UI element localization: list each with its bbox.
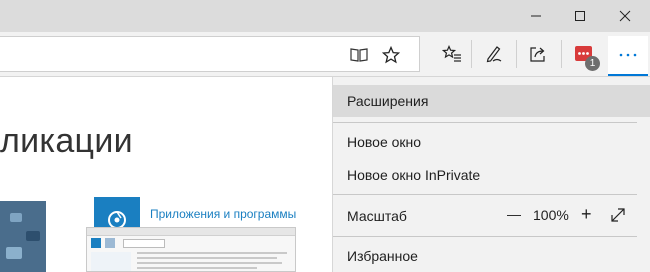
address-bar[interactable] bbox=[0, 36, 420, 72]
minimize-icon bbox=[531, 15, 541, 17]
reading-view-icon bbox=[350, 48, 368, 62]
page-title: ликации bbox=[0, 122, 133, 160]
zoom-in-button[interactable]: + bbox=[581, 204, 592, 225]
menu-divider bbox=[333, 236, 637, 237]
share-icon bbox=[530, 47, 545, 62]
title-bar bbox=[0, 0, 650, 32]
maximize-icon bbox=[575, 11, 585, 21]
menu-divider bbox=[333, 122, 637, 123]
menu-item-label: Новое окно bbox=[347, 134, 422, 150]
embedded-screenshot bbox=[86, 227, 296, 272]
favorite-star-button[interactable] bbox=[377, 41, 405, 69]
zoom-out-label: — bbox=[507, 206, 521, 222]
zoom-in-label: + bbox=[581, 204, 592, 224]
page-thumbnail bbox=[0, 201, 46, 272]
fullscreen-icon bbox=[611, 208, 625, 222]
reading-view-button[interactable] bbox=[345, 41, 373, 69]
menu-item-new-inprivate-window[interactable]: Новое окно InPrivate bbox=[333, 159, 650, 191]
menu-divider bbox=[333, 194, 637, 195]
menu-item-label: Расширения bbox=[347, 93, 429, 109]
close-icon bbox=[619, 10, 631, 22]
share-button[interactable] bbox=[524, 40, 552, 68]
more-icon bbox=[619, 53, 637, 57]
toolbar-divider bbox=[561, 40, 562, 68]
toolbar-divider bbox=[516, 40, 517, 68]
minimize-button[interactable] bbox=[513, 0, 559, 32]
menu-item-favorites[interactable]: Избранное bbox=[333, 240, 650, 272]
close-button[interactable] bbox=[602, 0, 648, 32]
toolbar-divider bbox=[471, 40, 472, 68]
favorite-star-icon bbox=[382, 46, 400, 64]
menu-item-new-window[interactable]: Новое окно bbox=[333, 126, 650, 158]
fullscreen-button[interactable] bbox=[609, 206, 627, 224]
menu-item-extensions[interactable]: Расширения bbox=[333, 85, 650, 117]
browser-toolbar: 1 bbox=[0, 32, 650, 77]
apps-link[interactable]: Приложения и программы bbox=[150, 207, 296, 221]
web-note-button[interactable] bbox=[480, 40, 508, 68]
menu-item-label: Избранное bbox=[347, 248, 418, 264]
menu-item-label: Новое окно InPrivate bbox=[347, 167, 481, 183]
more-button[interactable] bbox=[608, 36, 648, 76]
extension-badge: 1 bbox=[585, 56, 600, 71]
zoom-level: 100% bbox=[533, 207, 569, 223]
favorites-hub-icon bbox=[442, 45, 461, 62]
zoom-out-button[interactable]: — bbox=[507, 206, 521, 222]
menu-item-label: Масштаб bbox=[347, 208, 407, 224]
maximize-button[interactable] bbox=[557, 0, 603, 32]
favorites-hub-button[interactable] bbox=[438, 40, 466, 68]
menu-item-zoom: Масштаб bbox=[333, 200, 650, 232]
web-note-icon bbox=[486, 46, 502, 63]
more-menu: Расширения Новое окно Новое окно InPriva… bbox=[332, 77, 650, 272]
